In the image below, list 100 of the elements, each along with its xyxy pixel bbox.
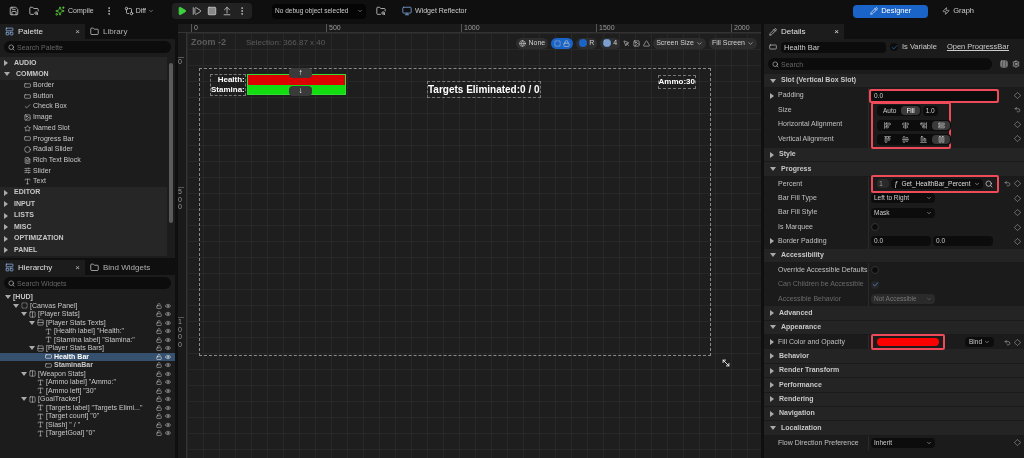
chevron-down-icon <box>747 39 754 47</box>
eye-icon[interactable] <box>165 387 171 394</box>
play-icon[interactable] <box>177 6 188 16</box>
panel-tab[interactable]: Palette × <box>0 24 85 39</box>
step-icon[interactable] <box>192 6 203 16</box>
collapsed-arrow-icon[interactable] <box>4 59 8 66</box>
is-variable-checkbox[interactable] <box>890 43 898 51</box>
keyframe-icon[interactable] <box>1014 92 1021 100</box>
eject-icon[interactable] <box>222 6 233 16</box>
panel-tab[interactable]: Bind Widgets <box>85 260 170 275</box>
unlock-icon[interactable] <box>156 379 162 386</box>
collapsed-arrow-icon[interactable] <box>770 367 774 374</box>
collapsed-arrow-icon[interactable] <box>770 309 774 316</box>
table-icon[interactable] <box>1000 60 1008 68</box>
collapsed-arrow-icon[interactable] <box>770 151 774 158</box>
unlock-icon[interactable] <box>156 362 162 369</box>
search-icon <box>8 279 15 287</box>
folder-search-icon[interactable] <box>376 6 387 16</box>
document-icon <box>24 156 31 164</box>
eye-icon[interactable] <box>165 370 171 377</box>
collapsed-arrow-icon[interactable] <box>770 381 774 388</box>
lock-toggle[interactable] <box>551 37 574 49</box>
fill-icon <box>937 121 945 129</box>
unlock-icon[interactable] <box>156 345 162 352</box>
unlock-icon[interactable] <box>156 430 162 437</box>
alignment-option[interactable] <box>932 135 950 145</box>
unlock-icon[interactable] <box>156 302 162 309</box>
compile-icon <box>55 6 65 16</box>
collapsed-arrow-icon[interactable] <box>770 339 774 346</box>
collapsed-arrow-icon[interactable] <box>770 353 774 360</box>
panel-icon <box>5 27 14 36</box>
save-icon[interactable] <box>9 6 19 16</box>
keyframe-icon[interactable] <box>1014 439 1021 447</box>
scrollbar[interactable] <box>169 63 173 223</box>
expanded-arrow-icon[interactable] <box>770 325 776 330</box>
reset-icon[interactable] <box>1004 180 1011 188</box>
close-button[interactable]: × <box>75 25 80 38</box>
expanded-arrow-icon[interactable] <box>770 78 776 83</box>
expanded-arrow-icon[interactable] <box>770 253 776 258</box>
panel-tab[interactable]: Library <box>85 24 170 39</box>
eye-icon[interactable] <box>165 328 171 335</box>
pointer-icon[interactable] <box>623 39 631 47</box>
triangle-icon[interactable] <box>643 39 651 47</box>
collapsed-arrow-icon[interactable] <box>770 92 774 99</box>
close-button[interactable]: × <box>834 25 839 38</box>
align-right-icon <box>919 121 927 129</box>
reset-icon[interactable] <box>1014 106 1021 114</box>
checkbox[interactable] <box>871 266 879 275</box>
reset-icon[interactable] <box>1004 338 1011 346</box>
collapsed-arrow-icon[interactable] <box>770 396 774 403</box>
stamina-label: Stamina: <box>211 85 245 95</box>
unlock-icon[interactable] <box>156 413 162 420</box>
expanded-arrow-icon[interactable] <box>4 72 10 77</box>
expanded-arrow-icon[interactable] <box>21 397 27 402</box>
move-up-button[interactable]: ↑ <box>289 68 312 78</box>
eye-icon[interactable] <box>165 345 171 352</box>
eye-icon[interactable] <box>165 430 171 437</box>
unlock-icon[interactable] <box>156 404 162 411</box>
eye-icon[interactable] <box>165 319 171 326</box>
collapsed-arrow-icon[interactable] <box>770 410 774 417</box>
expanded-arrow-icon[interactable] <box>21 371 27 376</box>
eye-icon[interactable] <box>165 302 171 309</box>
expanded-arrow-icon[interactable] <box>770 167 776 172</box>
unlock-icon[interactable] <box>156 421 162 428</box>
eye-icon[interactable] <box>165 311 171 318</box>
eye-icon[interactable] <box>165 413 171 420</box>
panel-icon <box>5 263 14 272</box>
checkbox[interactable] <box>871 223 879 232</box>
close-button[interactable]: × <box>75 261 80 274</box>
check-icon <box>890 43 898 51</box>
color-swatch[interactable] <box>877 338 939 347</box>
unlock-icon[interactable] <box>156 336 162 343</box>
search-icon[interactable] <box>985 179 993 188</box>
eye-icon[interactable] <box>165 336 171 343</box>
move-down-button[interactable]: ↓ <box>289 86 312 96</box>
unlock-icon[interactable] <box>156 396 162 403</box>
folder-search-icon[interactable] <box>29 6 39 16</box>
settings-icon[interactable] <box>1012 60 1020 68</box>
chevron-down-icon <box>984 339 990 346</box>
collapsed-arrow-icon[interactable] <box>4 247 8 254</box>
unlock-icon[interactable] <box>156 353 162 360</box>
unlock-icon[interactable] <box>156 319 162 326</box>
unlock-icon[interactable] <box>156 387 162 394</box>
panel-tab[interactable]: Details × <box>764 24 844 39</box>
expanded-arrow-icon[interactable] <box>770 426 776 431</box>
collapsed-arrow-icon[interactable] <box>770 238 774 245</box>
unlock-icon[interactable] <box>156 370 162 377</box>
eye-icon[interactable] <box>165 421 171 428</box>
stop-icon[interactable] <box>207 6 218 16</box>
alignment-option[interactable] <box>932 120 950 130</box>
keyframe-icon[interactable] <box>1014 338 1021 346</box>
unlock-icon[interactable] <box>156 311 162 318</box>
eye-icon[interactable] <box>165 362 171 369</box>
unlock-icon[interactable] <box>156 328 162 335</box>
eye-icon[interactable] <box>165 396 171 403</box>
image-icon[interactable] <box>633 39 641 47</box>
eye-icon[interactable] <box>165 379 171 386</box>
panel-tab[interactable]: Hierarchy × <box>0 260 85 275</box>
resize-handle-icon[interactable] <box>721 358 731 368</box>
eye-icon[interactable] <box>165 404 171 411</box>
